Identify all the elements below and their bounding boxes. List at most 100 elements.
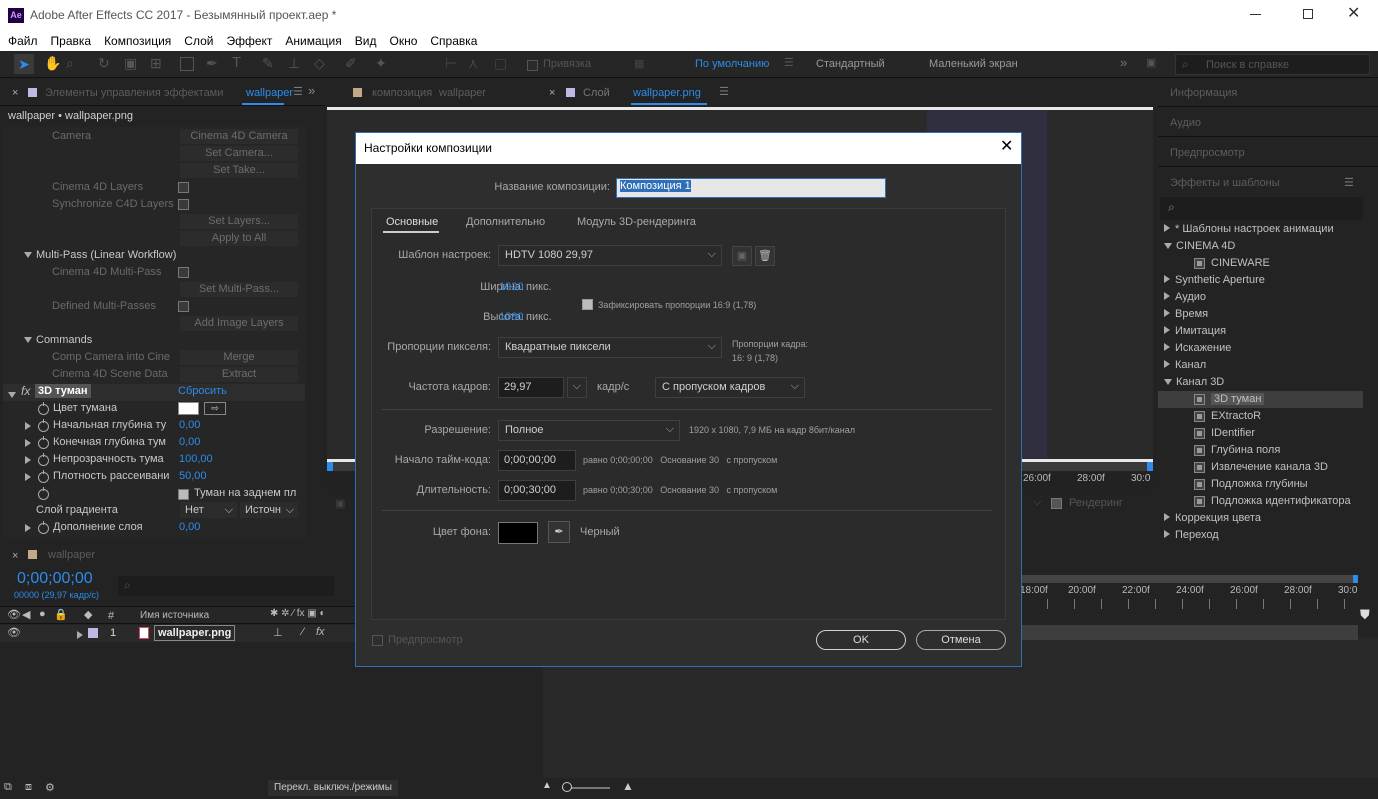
fog-color-stopwatch-icon[interactable]: [38, 401, 49, 415]
menu-file[interactable]: Файл: [8, 34, 38, 48]
lock-toggle-icon[interactable]: 🔒: [54, 608, 68, 621]
menu-composition[interactable]: Композиция: [104, 34, 171, 48]
fps-preset-select[interactable]: [567, 377, 587, 398]
fog-color-swatch[interactable]: [178, 402, 199, 415]
eraser-tool-icon[interactable]: ◇: [314, 55, 325, 72]
set-layers-button[interactable]: Set Layers...: [180, 214, 298, 229]
snap-options-icon[interactable]: ▦: [634, 57, 644, 70]
axis-view-icon[interactable]: ▢: [494, 55, 507, 72]
timeline-search-input[interactable]: ⌕: [118, 576, 334, 596]
width-value[interactable]: 1920: [499, 281, 523, 293]
layer-visibility-icon[interactable]: 👁: [7, 626, 21, 639]
render-checkbox[interactable]: [1051, 497, 1062, 509]
type-tool-icon[interactable]: T: [232, 54, 241, 71]
expand-icon[interactable]: [25, 455, 36, 467]
layer-label-color[interactable]: [88, 628, 98, 638]
preferences-icon[interactable]: ▣: [1146, 56, 1156, 69]
effect-tree-item[interactable]: * Шаблоны настроек анимации: [1158, 221, 1363, 238]
zoom-out-icon[interactable]: ▲: [542, 780, 552, 791]
layer-quality-icon[interactable]: ⁄: [302, 626, 304, 638]
audio-panel-header[interactable]: Аудио: [1170, 117, 1201, 129]
panel-menu-icon[interactable]: ☰: [719, 85, 729, 98]
cancel-button[interactable]: Отмена: [916, 630, 1006, 650]
timeline-tab[interactable]: × wallpaper: [0, 545, 200, 567]
bg-eyedropper-button[interactable]: ✒: [548, 521, 570, 543]
eyedropper-icon[interactable]: ⇨: [204, 402, 226, 415]
tab-advanced[interactable]: Дополнительно: [466, 216, 545, 228]
comp-name-input[interactable]: Композиция 1: [616, 178, 886, 198]
close-tab-icon[interactable]: ×: [549, 87, 555, 99]
preview-checkbox[interactable]: [372, 634, 383, 646]
selection-tool-icon[interactable]: ➤: [14, 54, 34, 74]
clone-stamp-tool-icon[interactable]: ⊥: [288, 55, 300, 72]
ok-button[interactable]: OK: [816, 630, 906, 650]
density-value[interactable]: 50,00: [179, 470, 207, 482]
maximize-button[interactable]: [1303, 9, 1313, 19]
extract-button[interactable]: Extract: [180, 367, 298, 382]
save-preset-button[interactable]: ▣: [732, 246, 752, 266]
menu-edit[interactable]: Правка: [51, 34, 92, 48]
hand-tool-icon[interactable]: ✋: [44, 55, 61, 72]
info-panel-header[interactable]: Информация: [1170, 87, 1237, 99]
end-depth-stopwatch-icon[interactable]: [38, 435, 49, 449]
close-dialog-button[interactable]: ✕: [1000, 138, 1013, 156]
drop-frame-select[interactable]: С пропуском кадров: [655, 377, 805, 398]
out-point-marker[interactable]: [1147, 462, 1153, 471]
layer-blend-value[interactable]: 0,00: [179, 521, 200, 533]
work-area-end-marker[interactable]: [1353, 575, 1358, 583]
solo-toggle-icon[interactable]: ●: [39, 608, 46, 620]
tab-basic[interactable]: Основные: [386, 216, 438, 228]
current-timecode[interactable]: 0;00;00;00: [17, 570, 93, 588]
effect-tree-item[interactable]: Извлечение канала 3D: [1158, 459, 1363, 476]
gradient-layer-select[interactable]: Нет ⌵: [180, 502, 237, 518]
start-timecode-input[interactable]: 0;00;00;00: [498, 450, 576, 471]
fps-input[interactable]: 29,97: [498, 377, 564, 398]
workspace-small-screen[interactable]: Маленький экран: [929, 58, 1018, 70]
start-depth-value[interactable]: 0,00: [179, 419, 200, 431]
toggle-switches-modes-button[interactable]: Перекл. выключ./режимы: [268, 780, 398, 796]
set-camera-button[interactable]: Set Camera...: [180, 146, 298, 161]
panel-expand-icon[interactable]: »: [308, 83, 315, 98]
label-column-icon[interactable]: ◆: [84, 608, 92, 621]
more-workspaces-icon[interactable]: »: [1120, 55, 1127, 70]
add-image-layers-button[interactable]: Add Image Layers: [180, 316, 298, 331]
fx-toggle-icon[interactable]: fx: [21, 384, 30, 398]
multipass-group[interactable]: Multi-Pass (Linear Workflow): [24, 249, 176, 261]
minimize-button[interactable]: [1250, 14, 1261, 15]
zoom-slider-handle[interactable]: [562, 782, 572, 792]
effects-search-input[interactable]: ⌕: [1160, 197, 1363, 220]
set-multipass-button[interactable]: Set Multi-Pass...: [180, 282, 298, 297]
playhead-icon[interactable]: ⛊: [1360, 607, 1370, 623]
blend-stopwatch-icon[interactable]: [38, 520, 49, 534]
rotate-tool-icon[interactable]: ↻: [98, 55, 110, 72]
brush-tool-icon[interactable]: ✎: [262, 55, 274, 72]
start-depth-stopwatch-icon[interactable]: [38, 418, 49, 432]
work-area-bar[interactable]: [1020, 575, 1358, 583]
end-depth-value[interactable]: 0,00: [179, 436, 200, 448]
pixel-aspect-select[interactable]: Квадратные пиксели: [498, 337, 722, 358]
viewer-options-icon[interactable]: ▣: [335, 497, 345, 510]
rectangle-tool-icon[interactable]: [180, 57, 194, 71]
effect-tree-item[interactable]: EXtractoR: [1158, 408, 1363, 425]
commands-group[interactable]: Commands: [24, 334, 92, 346]
layer-duration-bar[interactable]: [1020, 625, 1358, 640]
effect-tree-item[interactable]: Переход: [1158, 527, 1363, 543]
preset-select[interactable]: HDTV 1080 29,97: [498, 245, 722, 266]
fog-opacity-value[interactable]: 100,00: [179, 453, 213, 465]
menu-help[interactable]: Справка: [430, 34, 477, 48]
bg-color-swatch[interactable]: [498, 522, 538, 544]
comp-flowchart-icon[interactable]: ⧉: [4, 781, 12, 794]
video-toggle-icon[interactable]: 👁: [7, 608, 21, 621]
fog-collapse-icon[interactable]: [8, 389, 20, 401]
zoom-in-icon[interactable]: ▲: [622, 779, 634, 793]
layer-fx-icon[interactable]: fx: [316, 626, 325, 638]
puppet-tool-icon[interactable]: ✦: [375, 55, 387, 72]
menu-window[interactable]: Окно: [389, 34, 417, 48]
effect-tree-item[interactable]: Канал: [1158, 357, 1363, 374]
opacity-stopwatch-icon[interactable]: [38, 452, 49, 466]
timeline-ruler[interactable]: 18:00f 20:00f 22:00f 24:00f 26:00f 28:00…: [1020, 575, 1358, 621]
lock-aspect-checkbox[interactable]: [582, 298, 593, 310]
effects-presets-header[interactable]: Эффекты и шаблоны: [1170, 177, 1280, 189]
camera-tool-icon[interactable]: ▣: [124, 55, 137, 72]
fog-reset-link[interactable]: Сбросить: [178, 385, 227, 397]
